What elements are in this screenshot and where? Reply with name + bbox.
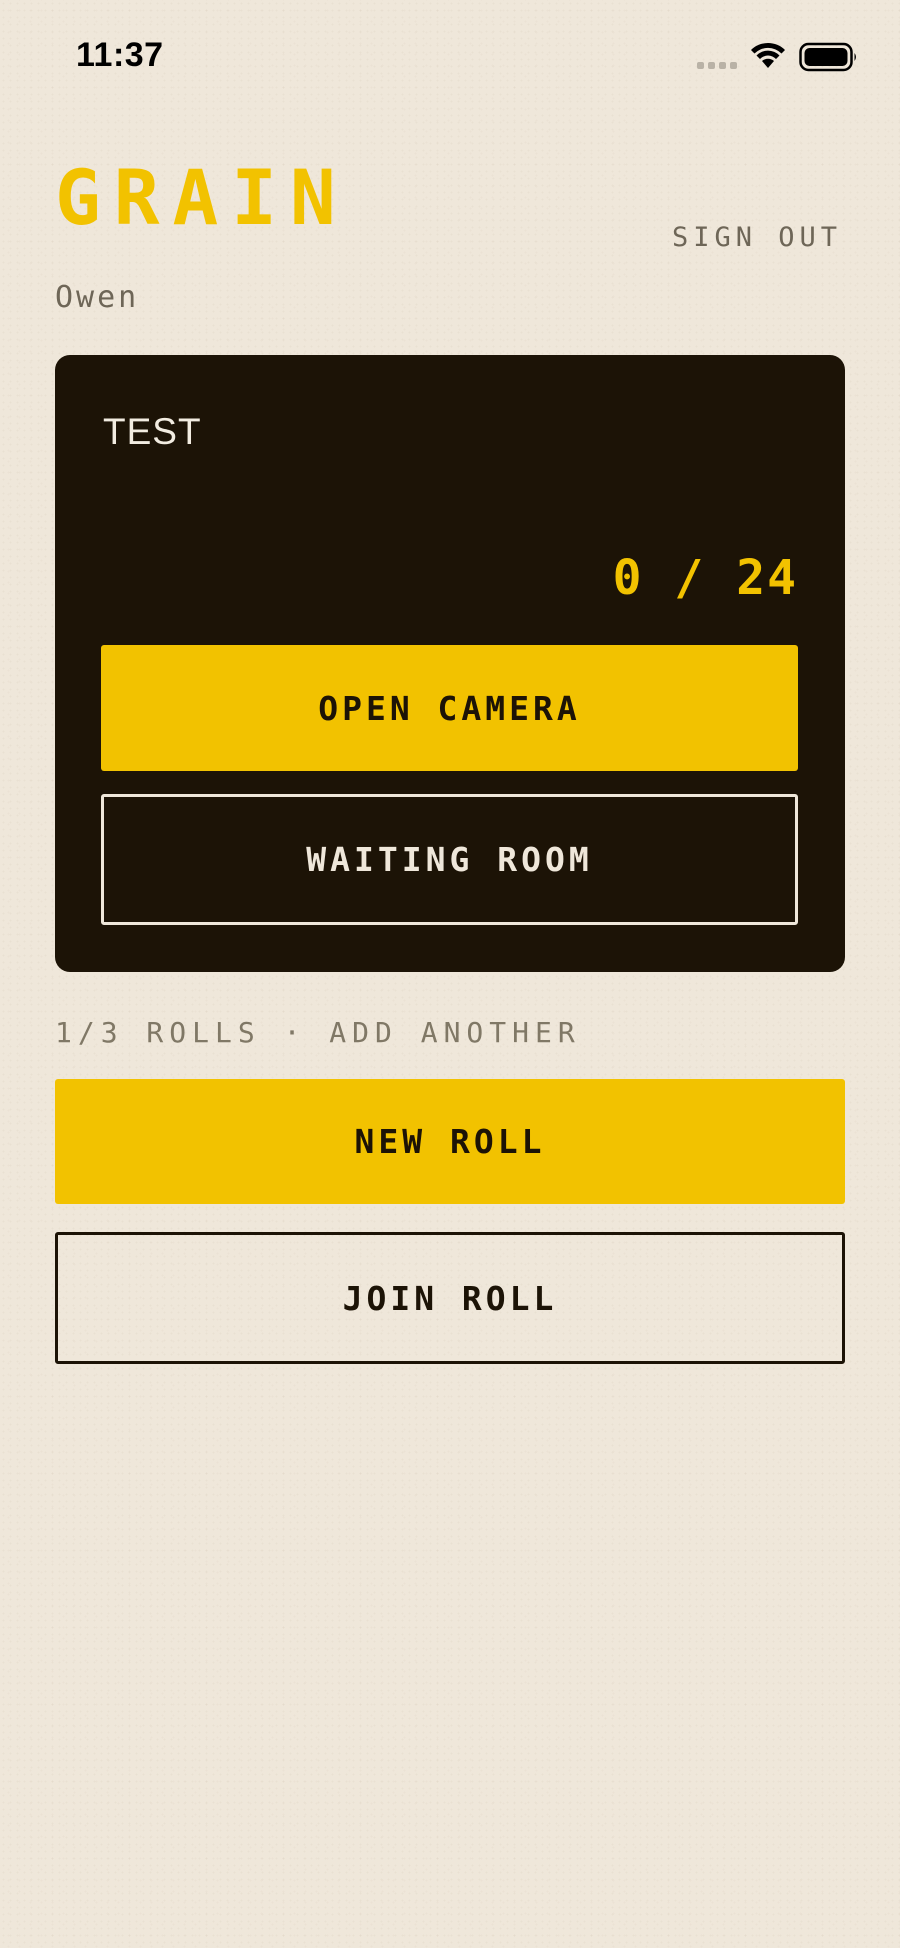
app-title: GRAIN xyxy=(55,153,349,242)
status-time: 11:37 xyxy=(76,36,164,74)
active-roll-card: TEST 0 / 24 OPEN CAMERA WAITING ROOM xyxy=(55,355,845,972)
user-name: Owen xyxy=(55,280,140,315)
new-roll-button[interactable]: NEW ROLL xyxy=(55,1079,845,1204)
join-roll-button[interactable]: JOIN ROLL xyxy=(55,1232,845,1364)
waiting-room-button[interactable]: WAITING ROOM xyxy=(101,794,798,925)
battery-icon xyxy=(799,42,856,72)
roll-count-text: 1/3 ROLLS · ADD ANOTHER xyxy=(55,1016,581,1049)
sign-out-button[interactable]: SIGN OUT xyxy=(672,222,842,253)
open-camera-button[interactable]: OPEN CAMERA xyxy=(101,645,798,771)
wifi-icon xyxy=(751,42,785,68)
status-bar: 11:37 xyxy=(0,0,900,110)
signal-icon xyxy=(697,62,737,69)
exposure-count: 0 / 24 xyxy=(612,550,798,606)
roll-name: TEST xyxy=(103,411,202,452)
